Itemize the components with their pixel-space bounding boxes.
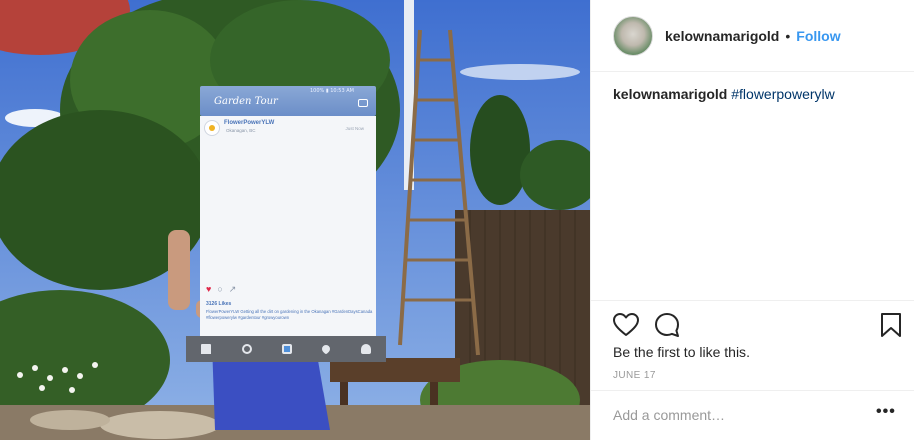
post-sidebar: kelownamarigold • Follow kelownamarigold…	[590, 0, 914, 440]
heart-icon[interactable]	[612, 311, 640, 339]
comment-icon: ○	[217, 284, 223, 294]
profile-avatar[interactable]	[613, 15, 653, 56]
frame-prop-window	[208, 141, 364, 279]
share-icon: ↗	[228, 284, 237, 294]
header-username[interactable]: kelownamarigold	[665, 28, 779, 44]
comment-icon[interactable]	[653, 311, 681, 339]
frame-prop-avatar	[204, 120, 220, 136]
frame-prop-username: FlowerPowerYLW	[224, 120, 275, 126]
instagram-post: 100% ▮ 10:53 AM Garden Tour FlowerPowerY…	[0, 0, 914, 440]
post-actions	[591, 300, 914, 350]
post-date[interactable]: JUNE 17	[613, 370, 656, 381]
inbox-icon	[358, 99, 368, 107]
caption-username[interactable]: kelownamarigold	[613, 86, 727, 102]
like-this-link[interactable]: like this	[699, 344, 746, 360]
frame-prop-nav	[186, 336, 386, 362]
heart-icon: ♥	[206, 284, 212, 294]
frame-prop-likes: 3126 Likes	[206, 301, 232, 307]
frame-prop-timestamp: Just Now	[345, 126, 364, 131]
post-header: kelownamarigold • Follow	[591, 0, 914, 72]
caption-hashtag[interactable]: #flowerpowerylw	[731, 86, 834, 102]
post-photo[interactable]: 100% ▮ 10:53 AM Garden Tour FlowerPowerY…	[0, 0, 590, 440]
home-icon	[201, 344, 212, 354]
heart-icon	[320, 343, 333, 355]
likes-prefix: Be the first to	[613, 344, 700, 360]
frame-prop-header: 100% ▮ 10:53 AM Garden Tour	[200, 86, 376, 116]
frame-prop-status: 100% ▮ 10:53 AM	[310, 88, 354, 94]
bookmark-icon[interactable]	[877, 311, 905, 339]
frame-prop-location: Okanagan, BC	[226, 128, 256, 133]
frame-prop-caption: FlowerPowerYLW Getting all the dirt on g…	[206, 309, 373, 320]
search-icon	[241, 344, 252, 354]
garden-tour-frame-prop: 100% ▮ 10:53 AM Garden Tour FlowerPowerY…	[186, 86, 386, 362]
frame-prop-title: Garden Tour	[214, 96, 278, 107]
comment-input[interactable]	[613, 407, 853, 423]
likes-suffix: .	[746, 344, 750, 360]
header-separator: •	[785, 27, 791, 44]
more-options-icon[interactable]: •••	[876, 403, 896, 421]
frame-prop-actions: ♥ ○ ↗	[206, 284, 236, 295]
profile-icon	[360, 344, 371, 354]
comment-bar: •••	[591, 390, 914, 440]
likes-summary: Be the first to like this.	[613, 344, 750, 360]
follow-button[interactable]: Follow	[796, 28, 840, 44]
frame-prop-body: FlowerPowerYLW Okanagan, BC Just Now ♥ ○…	[200, 116, 376, 336]
camera-icon	[281, 344, 292, 354]
post-caption: kelownamarigold #flowerpowerylw	[613, 86, 835, 102]
